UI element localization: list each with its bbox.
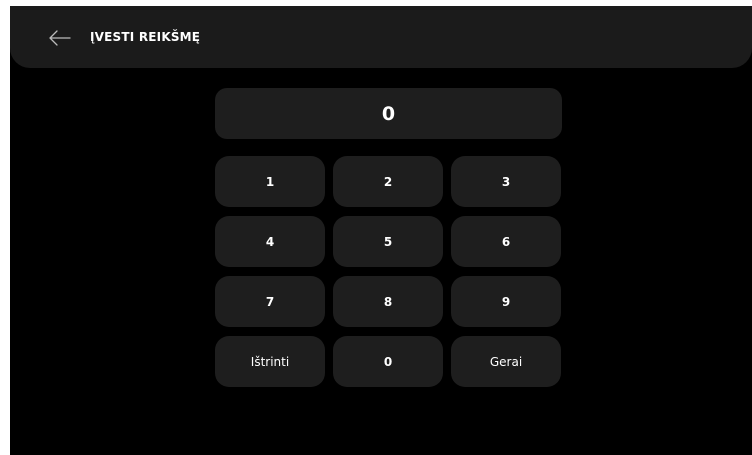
ok-button[interactable]: Gerai	[451, 336, 561, 387]
key-9[interactable]: 9	[451, 276, 561, 327]
key-5[interactable]: 5	[333, 216, 443, 267]
value-display: 0	[215, 88, 562, 139]
key-1[interactable]: 1	[215, 156, 325, 207]
delete-button[interactable]: Ištrinti	[215, 336, 325, 387]
screen: ĮVESTI REIKŠMĘ 0 1 2 3 4 5 6 7 8 9 Ištri…	[10, 6, 752, 455]
key-0[interactable]: 0	[333, 336, 443, 387]
key-8[interactable]: 8	[333, 276, 443, 327]
key-4[interactable]: 4	[215, 216, 325, 267]
page-title: ĮVESTI REIKŠMĘ	[90, 30, 201, 44]
header-bar: ĮVESTI REIKŠMĘ	[10, 6, 752, 68]
key-6[interactable]: 6	[451, 216, 561, 267]
key-7[interactable]: 7	[215, 276, 325, 327]
key-3[interactable]: 3	[451, 156, 561, 207]
key-2[interactable]: 2	[333, 156, 443, 207]
keypad: 1 2 3 4 5 6 7 8 9 Ištrinti 0 Gerai	[215, 156, 562, 387]
arrow-left-icon	[49, 30, 71, 46]
back-button[interactable]	[46, 24, 74, 52]
